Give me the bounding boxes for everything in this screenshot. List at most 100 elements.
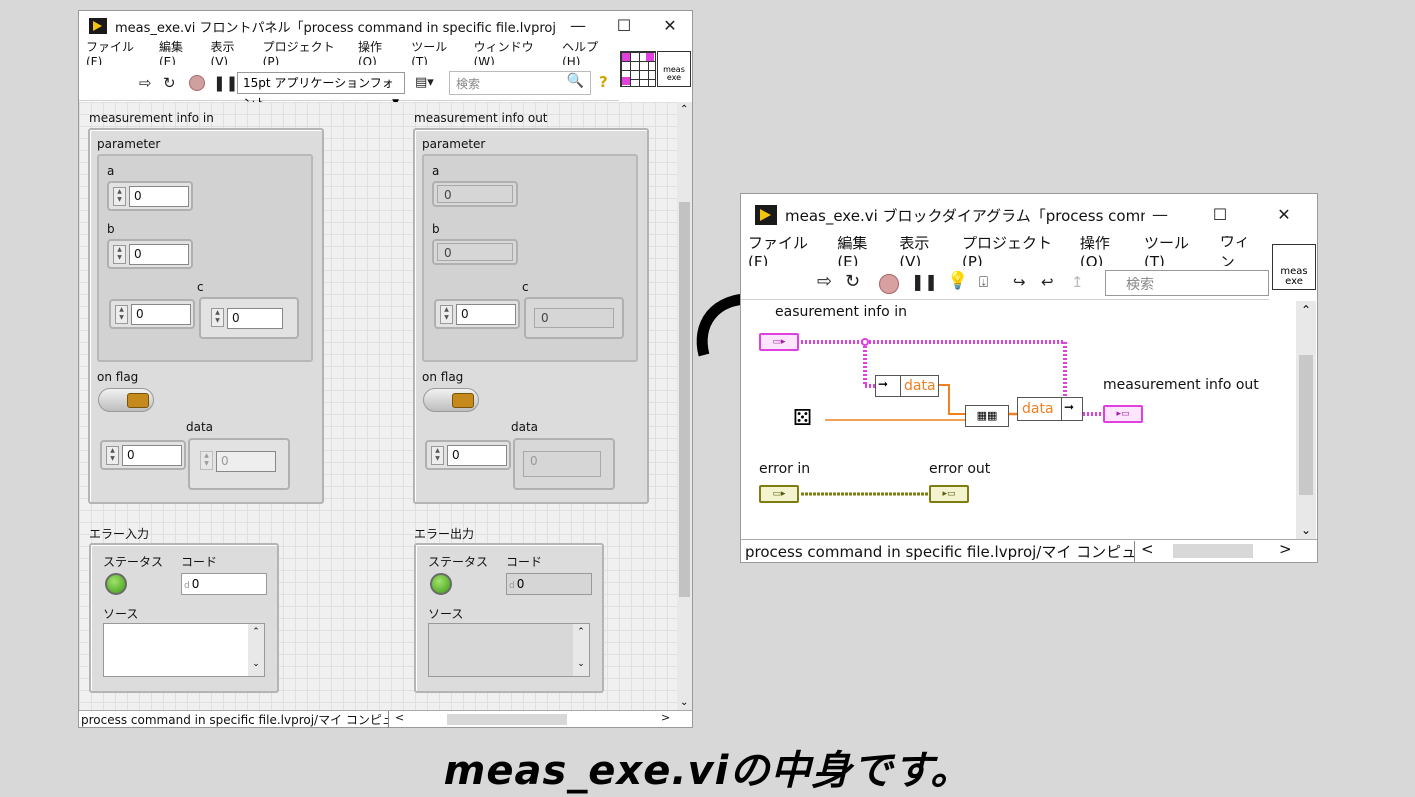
build-array-node[interactable]: ▦▦ [965,405,1009,427]
menu-tools[interactable]: ツール(T) [411,38,459,69]
step-into-icon[interactable]: ↪ [1013,272,1026,292]
pause-icon[interactable]: ❚❚ [213,73,238,93]
run-continuously-icon[interactable]: ↻ [845,272,860,292]
b-numeric-control[interactable]: ▲ ▼ 0 [107,239,193,269]
c-numeric-control[interactable]: ▲ ▼ 0 [434,299,520,329]
minimize-button[interactable]: — [555,11,601,41]
c2-value[interactable]: 0 [227,308,283,329]
source-textarea[interactable]: ⌃ ⌄ [428,623,590,677]
status-led[interactable] [105,573,127,595]
on-flag-toggle[interactable] [423,388,479,412]
horizontal-scroll-thumb[interactable] [447,714,567,725]
pause-icon[interactable]: ❚❚ [911,272,938,292]
menu-project[interactable]: プロジェクト(P) [962,236,1066,266]
menu-operate[interactable]: 操作(O) [1080,236,1130,266]
close-button[interactable]: ✕ [647,11,693,41]
measurement-info-out-terminal[interactable]: ▸▭ [1103,405,1143,423]
data1-value[interactable]: 0 [447,445,507,466]
menu-view[interactable]: 表示(V) [211,38,249,69]
panel-vertical-scrollbar[interactable]: ⌃ ⌄ [677,102,692,710]
close-button[interactable]: ✕ [1261,194,1307,236]
align-icon[interactable]: ▤▾ [415,73,434,93]
run-arrow-icon[interactable]: ⇨ [139,73,152,93]
increment-decrement-icon[interactable]: ▲ ▼ [440,305,453,324]
abort-icon[interactable] [879,274,899,294]
c1-value[interactable]: 0 [131,304,191,325]
search-input[interactable]: 検索 🔍 [449,71,591,95]
help-icon[interactable]: ? [599,72,608,92]
data1-value[interactable]: 0 [122,445,182,466]
a-value[interactable]: 0 [129,186,189,207]
unbundle-by-name-node[interactable]: ➞ data [875,375,939,397]
step-out-icon[interactable]: ↥ [1071,272,1084,292]
menu-file[interactable]: ファイル(F) [86,38,145,69]
menu-view[interactable]: 表示(V) [899,236,948,266]
measurement-info-in-terminal[interactable]: ▭▸ [759,333,799,351]
data-label: data [511,420,539,434]
scroll-down-icon[interactable]: ⌄ [1301,523,1311,537]
scroll-left-icon[interactable]: < [1141,540,1154,558]
parameter-label: parameter [97,137,161,151]
step-over-icon[interactable]: ↩ [1041,272,1054,292]
a-numeric-control[interactable]: ▲ ▼ 0 [107,181,193,211]
increment-decrement-icon[interactable]: ▲ ▼ [211,308,224,327]
vi-icon[interactable]: meas exe [1272,244,1316,290]
menu-operate[interactable]: 操作(O) [358,38,397,69]
minimize-button[interactable]: — [1137,194,1183,236]
labview-icon [755,205,777,225]
run-arrow-icon[interactable]: ⇨ [817,272,832,292]
vi-icon[interactable]: meas exe [657,51,691,87]
menu-edit[interactable]: 編集(E) [159,38,197,69]
search-icon[interactable]: 🔍 [567,73,584,89]
connector-pane-icon[interactable] [620,51,656,87]
c-numeric-control-2[interactable]: ▲ ▼ 0 [199,297,299,339]
c-numeric-control-1[interactable]: ▲ ▼ 0 [109,299,195,329]
menu-project[interactable]: プロジェクト(P) [263,38,344,69]
retain-wire-values-icon[interactable]: ⍗ [979,272,988,292]
highlight-execution-icon[interactable]: 💡 [947,271,968,291]
menu-window[interactable]: ウィン [1220,236,1262,266]
bundle-by-name-node[interactable]: data ➞ [1017,397,1083,421]
scroll-left-icon[interactable]: < [395,711,404,724]
scroll-up-icon[interactable]: ⌃ [680,104,688,115]
source-scrollbar[interactable]: ⌃ ⌄ [573,624,589,676]
error-out-terminal[interactable]: ▸▭ [929,485,969,503]
code-value[interactable]: 0 [192,577,200,591]
abort-icon[interactable] [189,75,205,91]
on-flag-toggle[interactable] [98,388,154,412]
data-numeric-control[interactable]: ▲ ▼ 0 [425,440,511,470]
increment-decrement-icon[interactable]: ▲ ▼ [113,245,126,264]
menu-help[interactable]: ヘルプ(H) [562,38,612,69]
menu-tools[interactable]: ツール(T) [1144,236,1206,266]
scroll-right-icon[interactable]: > [1279,540,1292,558]
increment-decrement-icon[interactable]: ▲ ▼ [113,187,126,206]
c1-value[interactable]: 0 [456,304,516,325]
search-input[interactable]: 検索 [1105,270,1269,296]
diagram-vertical-scrollbar[interactable]: ⌃ ⌄ [1296,301,1316,539]
menu-edit[interactable]: 編集(E) [837,236,885,266]
scroll-right-icon[interactable]: > [661,711,670,724]
maximize-button[interactable]: ☐ [1197,194,1243,236]
menu-file[interactable]: ファイル(F) [748,236,823,266]
menu-window[interactable]: ウィンドウ(W) [474,38,549,69]
maximize-button[interactable]: ☐ [601,11,647,41]
increment-decrement-icon[interactable]: ▲ ▼ [106,446,119,465]
increment-decrement-icon[interactable]: ▲ ▼ [431,446,444,465]
font-select[interactable]: 15pt アプリケーションフォント ▼ [237,72,405,110]
data-numeric-control[interactable]: ▲ ▼ 0 [100,440,186,470]
scroll-thumb[interactable] [1299,355,1313,495]
scroll-up-icon[interactable]: ⌃ [1301,303,1311,317]
horizontal-scroll-thumb[interactable] [1173,544,1253,558]
source-scrollbar[interactable]: ⌃ ⌄ [248,624,264,676]
increment-decrement-icon[interactable]: ▲ ▼ [115,305,128,324]
run-continuously-icon[interactable]: ↻ [163,73,176,93]
b-value[interactable]: 0 [129,244,189,265]
a-indicator: 0 [432,181,518,207]
code-field[interactable]: d0 [181,573,267,595]
increment-decrement-icon: ▲ ▼ [200,451,213,470]
scroll-thumb[interactable] [679,202,690,597]
error-in-terminal[interactable]: ▭▸ [759,485,799,503]
dice-icon[interactable]: ⚄ [793,406,823,432]
source-textarea[interactable]: ⌃ ⌄ [103,623,265,677]
scroll-down-icon[interactable]: ⌄ [680,697,688,708]
